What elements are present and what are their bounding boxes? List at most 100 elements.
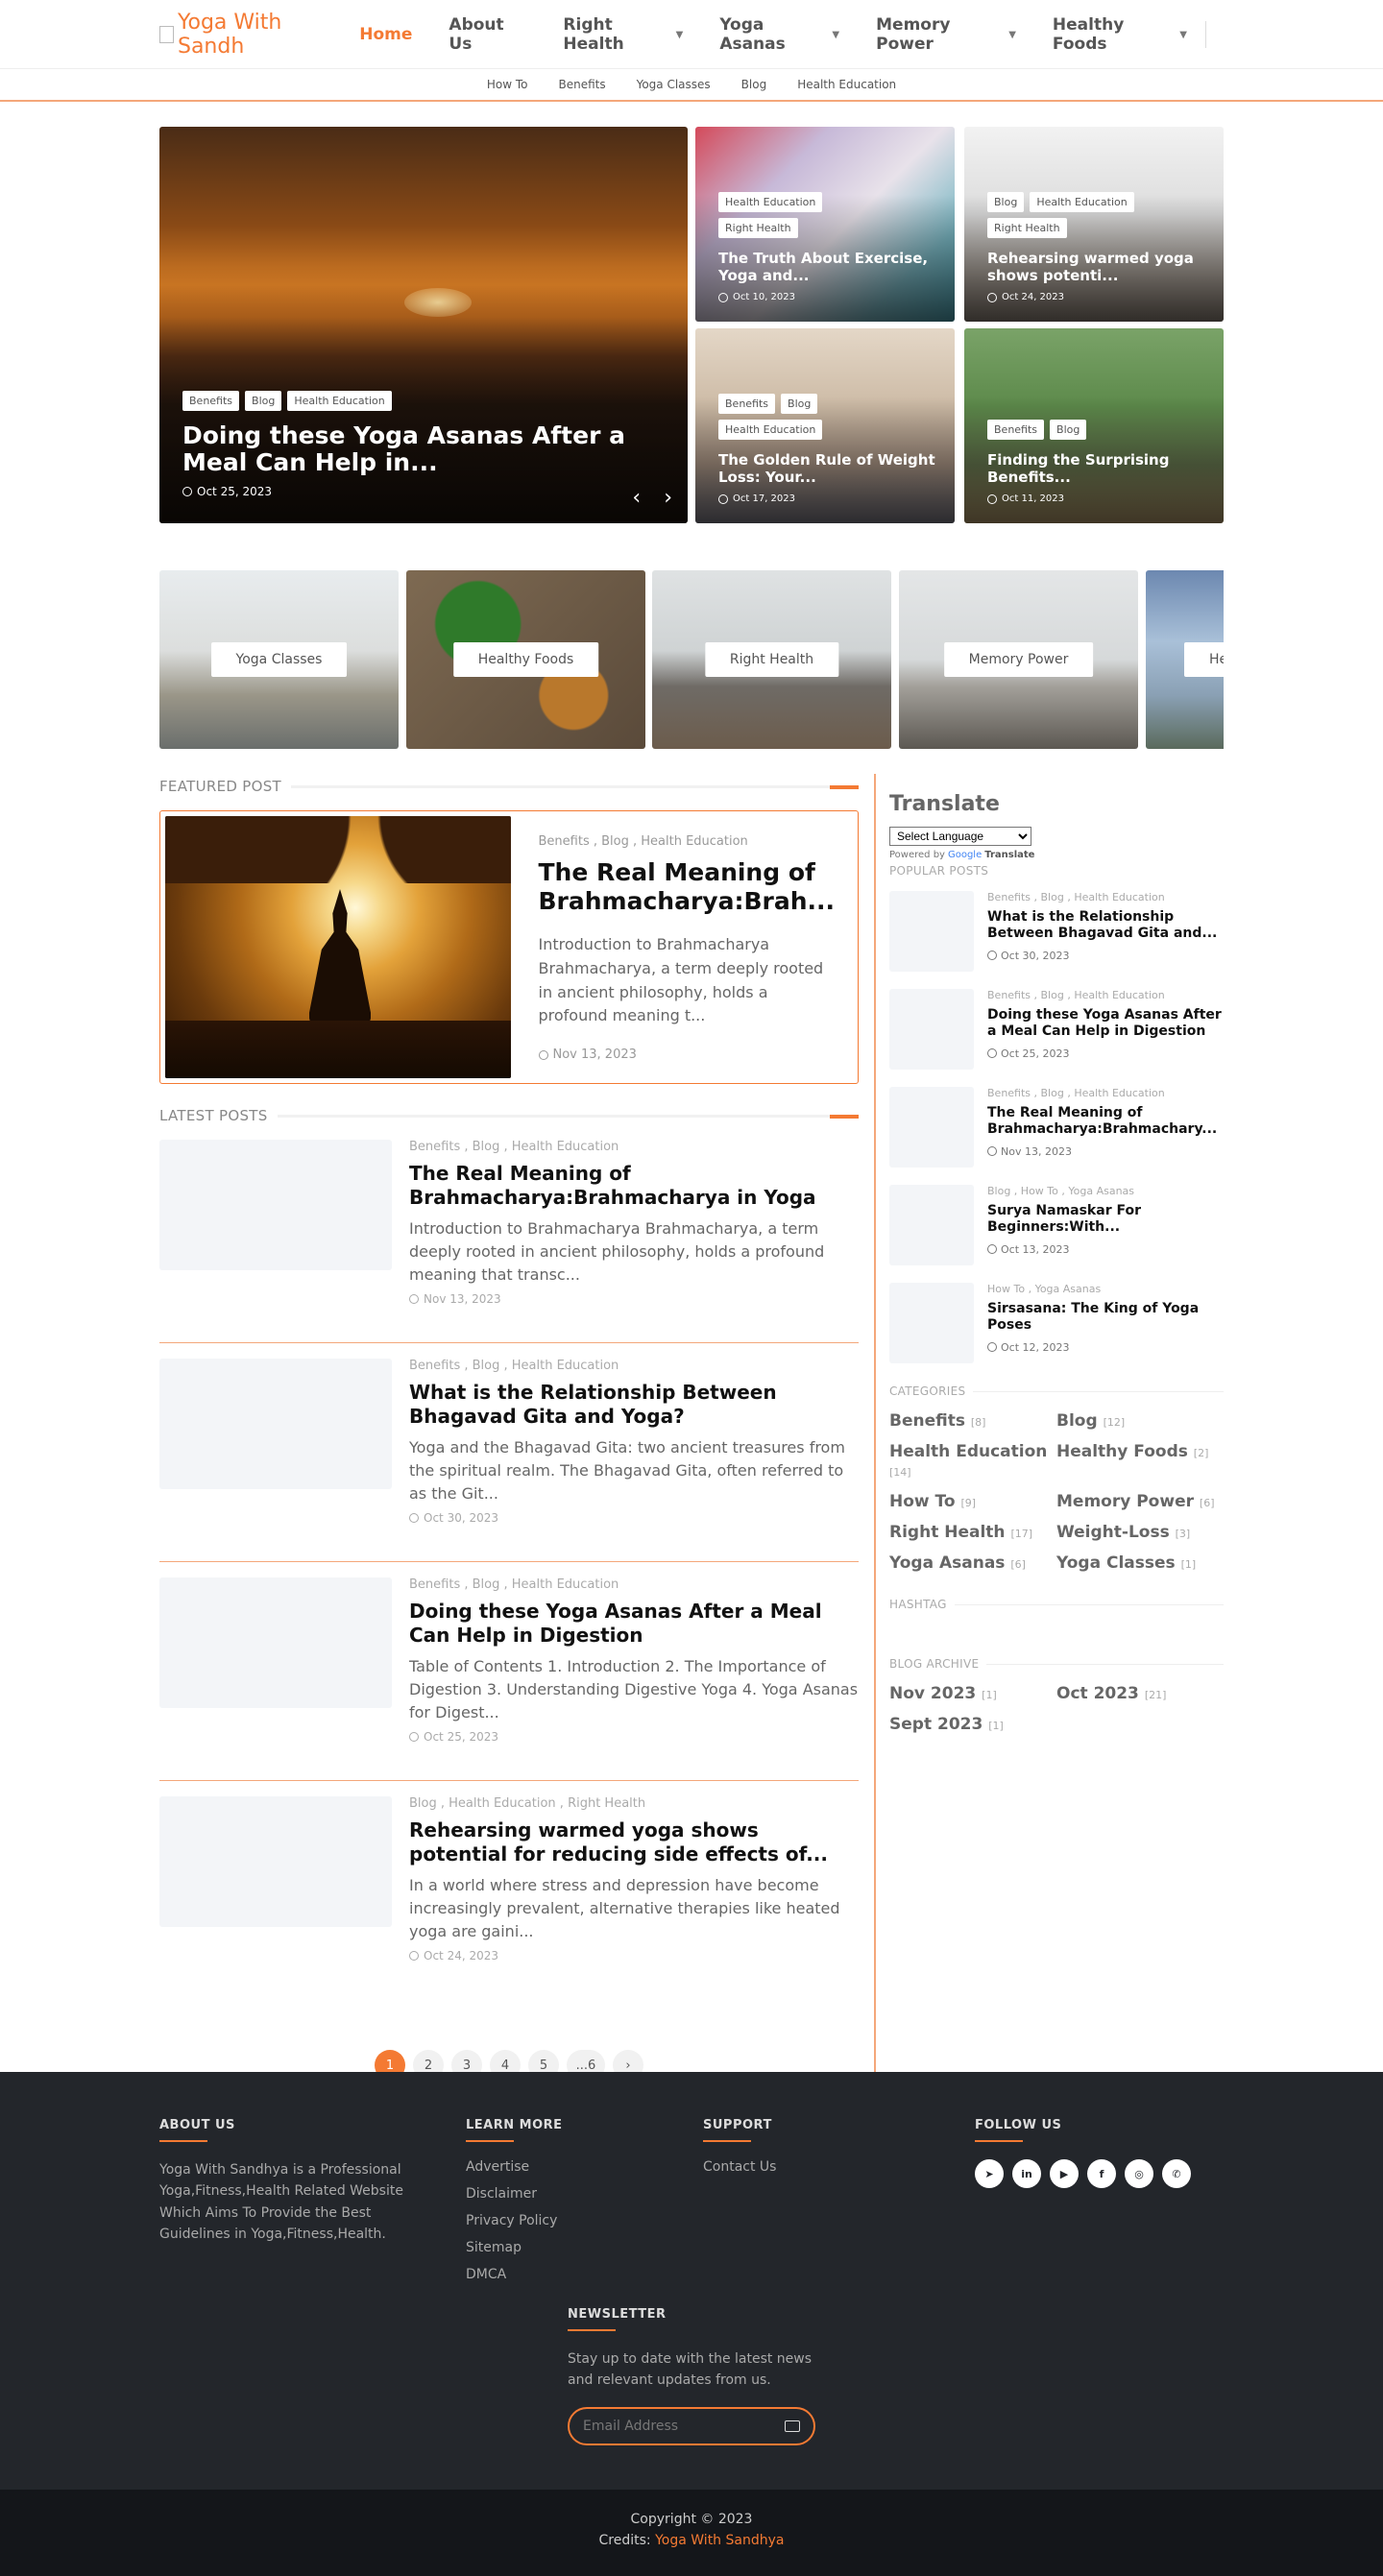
tag[interactable]: Right Health	[987, 218, 1067, 238]
facebook-icon[interactable]: f	[1087, 2159, 1116, 2188]
category-link-right-health[interactable]: Right Health [17]	[889, 1523, 1056, 1542]
category-label[interactable]: Yoga Classes	[210, 642, 348, 677]
youtube-icon[interactable]: ▶	[1050, 2159, 1079, 2188]
post-title[interactable]: The Real Meaning of Brahmacharya:Brahmac…	[409, 1162, 859, 1210]
footer-link-privacy-policy[interactable]: Privacy Policy	[466, 2213, 563, 2228]
hero-card-3[interactable]: Benefits Blog Health Education The Golde…	[695, 328, 955, 523]
post-thumbnail[interactable]	[159, 1796, 392, 1927]
archive-link-oct-2023[interactable]: Oct 2023 [21]	[1056, 1684, 1224, 1703]
hero-card-title[interactable]: Finding the Surprising Benefits...	[987, 451, 1204, 486]
credits-link[interactable]: Yoga With Sandhya	[655, 2533, 784, 2548]
category-card-yoga-classes[interactable]: Yoga Classes	[159, 570, 399, 749]
category-link-health-education[interactable]: Health Education [14]	[889, 1442, 1056, 1481]
tag[interactable]: Blog	[245, 391, 282, 411]
category-card-healthy-foods[interactable]: Healthy Foods	[406, 570, 645, 749]
archive-link-sept-2023[interactable]: Sept 2023 [1]	[889, 1715, 1056, 1734]
category-link-how-to[interactable]: How To [9]	[889, 1492, 1056, 1511]
linkedin-icon[interactable]: in	[1012, 2159, 1041, 2188]
featured-image[interactable]	[165, 816, 511, 1078]
category-label[interactable]: Memory Power	[943, 642, 1094, 677]
subnav-how-to[interactable]: How To	[487, 78, 528, 91]
footer-link-dmca[interactable]: DMCA	[466, 2267, 563, 2282]
telegram-icon[interactable]: ➤	[975, 2159, 1004, 2188]
popular-categories[interactable]: How To , Yoga Asanas	[987, 1283, 1224, 1295]
hero-card-title[interactable]: Rehearsing warmed yoga shows potenti...	[987, 250, 1204, 284]
popular-title[interactable]: The Real Meaning of Brahmacharya:Brahmac…	[987, 1105, 1224, 1138]
category-label[interactable]: Hea	[1184, 642, 1224, 677]
tag[interactable]: Benefits	[987, 420, 1045, 440]
tag[interactable]: Health Education	[287, 391, 392, 411]
footer-link-advertise[interactable]: Advertise	[466, 2159, 563, 2175]
popular-title[interactable]: Sirsasana: The King of Yoga Poses	[987, 1301, 1224, 1334]
category-label[interactable]: Right Health	[704, 642, 839, 677]
category-link-memory-power[interactable]: Memory Power [6]	[1056, 1492, 1224, 1511]
hero-card-1[interactable]: Health Education Right Health The Truth …	[695, 127, 955, 322]
post-thumbnail[interactable]	[159, 1359, 392, 1489]
popular-categories[interactable]: Benefits , Blog , Health Education	[987, 1087, 1224, 1099]
archive-link-nov-2023[interactable]: Nov 2023 [1]	[889, 1684, 1056, 1703]
nav-home[interactable]: Home	[359, 25, 412, 44]
category-card-partial[interactable]: Hea	[1146, 570, 1224, 749]
popular-title[interactable]: Doing these Yoga Asanas After a Meal Can…	[987, 1007, 1224, 1040]
hero-card-title[interactable]: The Golden Rule of Weight Loss: Your...	[718, 451, 935, 486]
prev-arrow-icon[interactable]: ‹	[632, 486, 641, 510]
tag[interactable]: Blog	[781, 394, 818, 414]
post-categories[interactable]: Benefits , Blog , Health Education	[409, 1140, 859, 1154]
tag[interactable]: Benefits	[718, 394, 776, 414]
popular-title[interactable]: Surya Namaskar For Beginners:With...	[987, 1203, 1224, 1236]
featured-title[interactable]: The Real Meaning of Brahmacharya:Brah...	[539, 858, 836, 916]
post-thumbnail[interactable]	[159, 1140, 392, 1270]
hero-card-2[interactable]: Blog Health Education Right Health Rehea…	[964, 127, 1224, 322]
category-link-weight-loss[interactable]: Weight-Loss [3]	[1056, 1523, 1224, 1542]
footer-link-contact-us[interactable]: Contact Us	[703, 2159, 776, 2175]
category-label[interactable]: Healthy Foods	[452, 642, 599, 677]
nav-healthy-foods[interactable]: Healthy Foods ▼	[1053, 15, 1187, 54]
category-link-healthy-foods[interactable]: Healthy Foods [2]	[1056, 1442, 1224, 1481]
hero-main-title[interactable]: Doing these Yoga Asanas After a Meal Can…	[182, 422, 668, 475]
subnav-health-education[interactable]: Health Education	[797, 78, 896, 91]
email-input[interactable]	[583, 2418, 765, 2434]
post-title[interactable]: Doing these Yoga Asanas After a Meal Can…	[409, 1600, 859, 1648]
language-select[interactable]: Select Language	[889, 827, 1031, 846]
post-categories[interactable]: Benefits , Blog , Health Education	[409, 1577, 859, 1592]
whatsapp-icon[interactable]: ✆	[1162, 2159, 1191, 2188]
footer-link-sitemap[interactable]: Sitemap	[466, 2240, 563, 2255]
popular-thumbnail[interactable]	[889, 1185, 974, 1265]
post-thumbnail[interactable]	[159, 1577, 392, 1708]
category-card-memory-power[interactable]: Memory Power	[899, 570, 1138, 749]
category-card-right-health[interactable]: Right Health	[652, 570, 891, 749]
popular-thumbnail[interactable]	[889, 891, 974, 972]
mail-icon[interactable]	[785, 2420, 800, 2432]
featured-post-card[interactable]: Benefits , Blog , Health Education The R…	[159, 810, 859, 1084]
hero-main-card[interactable]: Benefits Blog Health Education Doing the…	[159, 127, 688, 523]
post-categories[interactable]: Blog , Health Education , Right Health	[409, 1796, 859, 1811]
tag[interactable]: Health Education	[1030, 192, 1134, 212]
popular-title[interactable]: What is the Relationship Between Bhagava…	[987, 909, 1224, 942]
popular-categories[interactable]: Benefits , Blog , Health Education	[987, 989, 1224, 1001]
site-logo[interactable]: Yoga With Sandh	[159, 11, 342, 59]
footer-link-disclaimer[interactable]: Disclaimer	[466, 2186, 563, 2202]
category-link-yoga-classes[interactable]: Yoga Classes [1]	[1056, 1553, 1224, 1573]
featured-categories[interactable]: Benefits , Blog , Health Education	[539, 834, 836, 849]
subnav-benefits[interactable]: Benefits	[558, 78, 605, 91]
subnav-blog[interactable]: Blog	[741, 78, 767, 91]
category-link-yoga-asanas[interactable]: Yoga Asanas [6]	[889, 1553, 1056, 1573]
nav-yoga-asanas[interactable]: Yoga Asanas ▼	[719, 15, 839, 54]
popular-thumbnail[interactable]	[889, 989, 974, 1070]
tag[interactable]: Health Education	[718, 420, 823, 440]
category-link-blog[interactable]: Blog [12]	[1056, 1411, 1224, 1431]
popular-categories[interactable]: Benefits , Blog , Health Education	[987, 891, 1224, 903]
nav-right-health[interactable]: Right Health ▼	[563, 15, 683, 54]
tag[interactable]: Right Health	[718, 218, 798, 238]
hero-card-4[interactable]: Benefits Blog Finding the Surprising Ben…	[964, 328, 1224, 523]
tag[interactable]: Benefits	[182, 391, 240, 411]
tag[interactable]: Health Education	[718, 192, 823, 212]
nav-memory-power[interactable]: Memory Power ▼	[876, 15, 1016, 54]
subnav-yoga-classes[interactable]: Yoga Classes	[637, 78, 711, 91]
tag[interactable]: Blog	[987, 192, 1025, 212]
tag[interactable]: Blog	[1050, 420, 1087, 440]
hero-card-title[interactable]: The Truth About Exercise, Yoga and...	[718, 250, 935, 284]
instagram-icon[interactable]: ◎	[1125, 2159, 1153, 2188]
nav-about-us[interactable]: About Us	[449, 15, 526, 54]
popular-thumbnail[interactable]	[889, 1283, 974, 1363]
